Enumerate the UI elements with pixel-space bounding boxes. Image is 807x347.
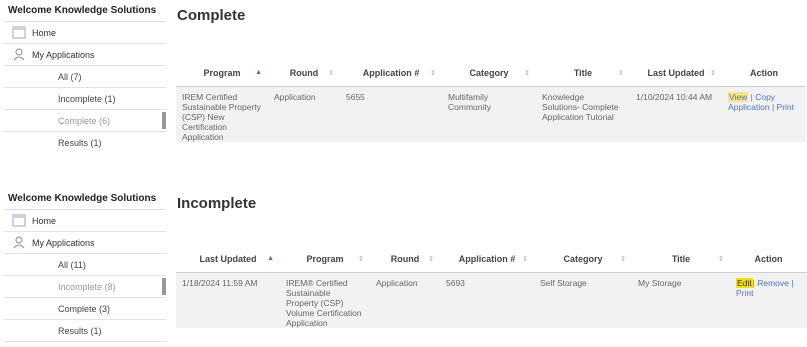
home-icon [12, 26, 26, 39]
nav-incomplete-label: Incomplete (8) [58, 281, 116, 292]
table-row: 1/18/2024 11:59 AM IREM® Certified Susta… [176, 272, 807, 328]
column-header-title[interactable]: Title ⇕ [536, 60, 630, 87]
column-header-category[interactable]: Category ⇕ [442, 60, 536, 87]
cell-last-updated: 1/18/2024 11:59 AM [182, 278, 258, 288]
nav-results[interactable]: Results (1) [4, 132, 166, 150]
table-header-row: Last Updated ▲ Program ⇕ Round ⇕ Applicatio… [176, 246, 807, 273]
nav-complete[interactable]: Complete (6) [4, 110, 166, 132]
remove-link[interactable]: Remove [757, 278, 789, 288]
nav-all[interactable]: All (11) [4, 254, 166, 276]
nav-results-label: Results (1) [58, 325, 102, 336]
nav-home[interactable]: Home [4, 210, 166, 232]
column-header-title[interactable]: Title ⇕ [632, 246, 730, 273]
nav-incomplete-label: Incomplete (1) [58, 93, 116, 104]
sidebar: Welcome Knowledge Solutions Home My Appl… [4, 2, 166, 150]
sort-icon: ⇕ [328, 70, 334, 77]
column-header-program[interactable]: Program ▲ [176, 60, 268, 87]
nav-results[interactable]: Results (1) [4, 320, 166, 342]
column-header-category[interactable]: Category ⇕ [534, 246, 632, 273]
page-title: Complete [177, 7, 246, 24]
table-header-row: Program ▲ Round ⇕ Application # ⇕ Category ⇕… [176, 60, 806, 87]
welcome-text: Welcome Knowledge Solutions [4, 190, 166, 210]
column-header-last-updated[interactable]: Last Updated ▲ [176, 246, 280, 273]
sort-icon: ⇕ [524, 70, 530, 77]
sort-icon: ⇕ [618, 70, 624, 77]
applications-table: Last Updated ▲ Program ⇕ Round ⇕ Applicatio… [176, 246, 807, 328]
print-link[interactable]: Print [777, 102, 794, 112]
table-row: IREM Certified Sustainable Property (CSP… [176, 86, 806, 142]
sort-icon: ⇕ [428, 256, 434, 263]
cell-round: Application [376, 278, 418, 288]
nav-results-label: Results (1) [58, 137, 102, 148]
cell-category: Multifamily Community [448, 92, 491, 112]
print-link[interactable]: Print [736, 288, 753, 298]
sort-icon: ⇕ [430, 70, 436, 77]
scrollbar-thumb[interactable] [162, 278, 166, 295]
column-header-application-number[interactable]: Application # ⇕ [340, 60, 442, 87]
sidebar: Welcome Knowledge Solutions Home My Appl… [4, 190, 166, 342]
nav-home[interactable]: Home [4, 22, 166, 44]
column-header-application-number[interactable]: Application # ⇕ [440, 246, 534, 273]
nav-all-label: All (7) [58, 71, 82, 82]
nav-complete-label: Complete (3) [58, 303, 111, 314]
scrollbar-thumb[interactable] [162, 112, 166, 129]
user-icon [13, 48, 25, 61]
cell-program: IREM Certified Sustainable Property (CSP… [182, 92, 261, 142]
cell-program: IREM® Certified Sustainable Property (CS… [286, 278, 362, 328]
nav-my-applications[interactable]: My Applications [4, 44, 166, 66]
cell-last-updated: 1/10/2024 10:44 AM [636, 92, 713, 102]
view-link[interactable]: View [728, 92, 749, 102]
sort-ascending-icon: ▲ [255, 69, 262, 76]
nav-complete-label: Complete (6) [58, 115, 111, 126]
cell-category: Self Storage [540, 278, 587, 288]
nav-complete[interactable]: Complete (3) [4, 298, 166, 320]
sort-icon: ⇕ [710, 70, 716, 77]
column-header-round[interactable]: Round ⇕ [370, 246, 440, 273]
nav-home-label: Home [32, 27, 57, 38]
cell-action: Edit| Remove | Print [736, 278, 794, 298]
cell-application-number: 5655 [346, 92, 365, 102]
sort-ascending-icon: ▲ [267, 255, 274, 262]
sort-icon: ⇕ [718, 256, 724, 263]
cell-action: View | Copy Application | Print [728, 92, 795, 112]
sort-icon: ⇕ [620, 256, 626, 263]
sort-icon: ⇕ [522, 256, 528, 263]
sort-icon: ⇕ [358, 256, 364, 263]
nav-my-applications-label: My Applications [32, 237, 95, 248]
nav-all-label: All (11) [58, 259, 86, 270]
cell-round: Application [274, 92, 316, 102]
cell-title: My Storage [638, 278, 682, 288]
nav-incomplete[interactable]: Incomplete (1) [4, 88, 166, 110]
column-header-action: Action [730, 246, 807, 273]
nav-all[interactable]: All (7) [4, 66, 166, 88]
applications-table: Program ▲ Round ⇕ Application # ⇕ Category ⇕… [176, 60, 806, 142]
page-title: Incomplete [177, 195, 257, 212]
column-header-program[interactable]: Program ⇕ [280, 246, 370, 273]
column-header-last-updated[interactable]: Last Updated ⇕ [630, 60, 722, 87]
nav-my-applications-label: My Applications [32, 49, 95, 60]
complete-panel: Welcome Knowledge Solutions Home My Appl… [0, 0, 807, 150]
column-header-action: Action [722, 60, 806, 87]
incomplete-panel: Welcome Knowledge Solutions Home My Appl… [0, 188, 807, 347]
nav-incomplete[interactable]: Incomplete (8) [4, 276, 166, 298]
nav-home-label: Home [32, 215, 57, 226]
home-icon [12, 214, 26, 227]
column-header-round[interactable]: Round ⇕ [268, 60, 340, 87]
edit-link[interactable]: Edit [736, 278, 753, 288]
cell-title: Knowledge Solutions- Complete Applicatio… [542, 92, 619, 122]
nav-my-applications[interactable]: My Applications [4, 232, 166, 254]
user-icon [13, 236, 25, 249]
cell-application-number: 5693 [446, 278, 465, 288]
welcome-text: Welcome Knowledge Solutions [4, 2, 166, 22]
